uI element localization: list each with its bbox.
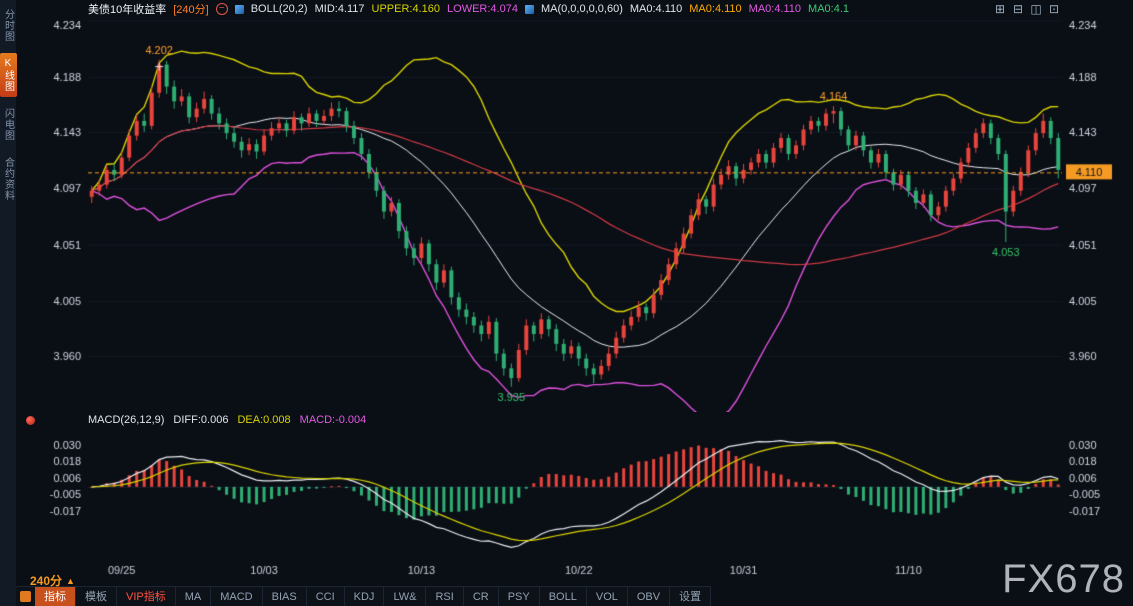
boll-lower-value: LOWER:4.074: [447, 3, 518, 15]
layout-single-icon[interactable]: ⊡: [1047, 2, 1061, 16]
macd-indicator-icon[interactable]: [26, 416, 35, 425]
ma-label: MA(0,0,0,0,0,60): [541, 3, 623, 15]
tab-template[interactable]: 模板: [76, 587, 117, 606]
boll-mid-value: MID:4.117: [315, 3, 365, 15]
tab-vol[interactable]: VOL: [587, 587, 628, 606]
boll-legend-icon: [235, 5, 244, 14]
macd-chart-canvas[interactable]: [16, 432, 1133, 584]
macd-diff-value: DIFF:0.006: [173, 414, 228, 426]
bottom-tabbar: 指标 模板 VIP指标 MA MACD BIAS CCI KDJ LW& RSI…: [16, 586, 711, 606]
tab-rsi[interactable]: RSI: [426, 587, 463, 606]
macd-dea-value: DEA:0.008: [237, 414, 290, 426]
fx678-watermark: FX678: [1002, 557, 1125, 602]
macd-header: MACD(26,12,9) DIFF:0.006 DEA:0.008 MACD:…: [16, 410, 1133, 430]
indicator-menu-icon[interactable]: [20, 591, 31, 602]
left-sidebar: 分时图 K线图 闪电图 合约资料: [0, 0, 16, 606]
ma-value-3: MA0:4.110: [749, 3, 801, 15]
tab-kdj[interactable]: KDJ: [345, 587, 385, 606]
tab-psy[interactable]: PSY: [499, 587, 540, 606]
layout-grid-icon[interactable]: ⊞: [993, 2, 1007, 16]
tab-boll[interactable]: BOLL: [540, 587, 587, 606]
layout-half-icon[interactable]: ◫: [1029, 2, 1043, 16]
tab-bias[interactable]: BIAS: [263, 587, 307, 606]
ma-legend-icon: [525, 5, 534, 14]
sidebar-item-time-chart[interactable]: 分时图: [0, 4, 17, 47]
chart-header: 美债10年收益率 [240分] − BOLL(20,2) MID:4.117 U…: [16, 0, 1133, 18]
tab-lw[interactable]: LW&: [384, 587, 426, 606]
boll-upper-value: UPPER:4.160: [372, 3, 440, 15]
layout-split-icon[interactable]: ⊟: [1011, 2, 1025, 16]
sidebar-item-contract-info[interactable]: 合约资料: [0, 152, 17, 206]
window-layout-buttons: ⊞ ⊟ ◫ ⊡: [993, 2, 1061, 16]
tab-ma[interactable]: MA: [176, 587, 212, 606]
collapse-circle-icon[interactable]: −: [216, 3, 228, 15]
tab-macd[interactable]: MACD: [211, 587, 262, 606]
triangle-up-icon: ▲: [66, 576, 75, 586]
ma-value-4: MA0:4.1: [808, 3, 849, 15]
period-badge[interactable]: [240分]: [173, 1, 208, 17]
tab-vip-indicator[interactable]: VIP指标: [117, 587, 176, 606]
trading-terminal: 分时图 K线图 闪电图 合约资料 美债10年收益率 [240分] − BOLL(…: [0, 0, 1133, 606]
sidebar-item-kline-chart[interactable]: K线图: [0, 53, 17, 97]
tab-cr[interactable]: CR: [464, 587, 499, 606]
macd-macd-value: MACD:-0.004: [300, 414, 367, 426]
macd-label: MACD(26,12,9): [88, 414, 164, 426]
ma-value-1: MA0:4.110: [630, 3, 682, 15]
footer-period-label: 240分: [30, 572, 62, 589]
instrument-title: 美债10年收益率: [88, 1, 166, 17]
main-chart-canvas[interactable]: [16, 18, 1133, 412]
boll-label: BOLL(20,2): [251, 3, 308, 15]
tab-obv[interactable]: OBV: [628, 587, 670, 606]
sidebar-item-lightning-chart[interactable]: 闪电图: [0, 103, 17, 146]
tab-settings[interactable]: 设置: [670, 587, 711, 606]
tab-indicator[interactable]: 指标: [35, 587, 76, 606]
ma-value-2: MA0:4.110: [689, 3, 741, 15]
tab-cci[interactable]: CCI: [307, 587, 345, 606]
footer-period-selector[interactable]: 240分 ▲: [30, 572, 75, 589]
